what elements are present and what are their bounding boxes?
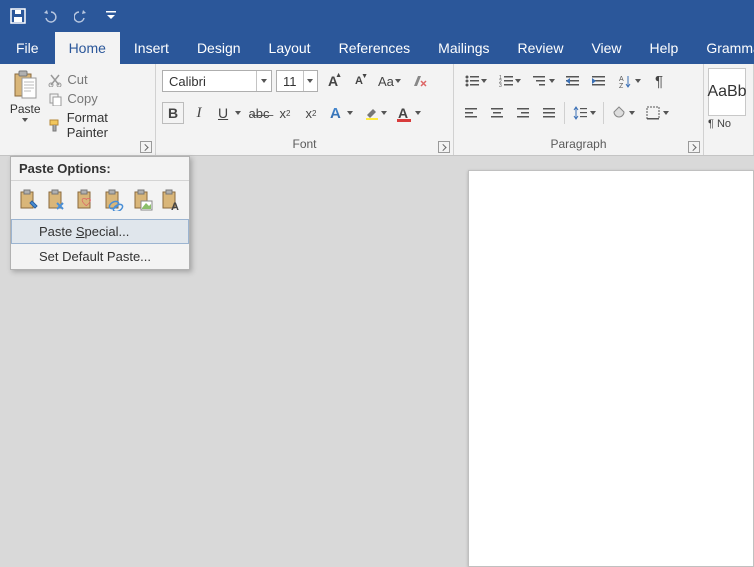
clear-formatting-button[interactable]	[408, 70, 430, 92]
paste-label: Paste	[10, 102, 41, 116]
paste-options-header: Paste Options:	[11, 157, 189, 181]
highlight-button[interactable]	[360, 102, 390, 124]
ribbon-tabs: File Home Insert Design Layout Reference…	[0, 32, 754, 64]
font-color-button[interactable]: A	[394, 102, 424, 124]
decrease-indent-button[interactable]	[562, 70, 584, 92]
tab-file[interactable]: File	[0, 32, 55, 64]
tab-review[interactable]: Review	[504, 32, 578, 64]
copy-label: Copy	[67, 91, 97, 106]
change-case-button[interactable]: Aa	[374, 70, 404, 92]
strikethrough-button[interactable]: a̶b̶c̶	[248, 102, 270, 124]
bullets-button[interactable]	[460, 70, 490, 92]
group-styles: AaBb ¶ No	[704, 64, 754, 155]
paste-special-prefix: Paste	[39, 224, 76, 239]
underline-button[interactable]: U	[214, 102, 244, 124]
paste-special-hotkey: S	[76, 224, 85, 239]
tab-insert[interactable]: Insert	[120, 32, 183, 64]
document-page[interactable]	[468, 170, 754, 567]
tab-help[interactable]: Help	[636, 32, 693, 64]
paste-image-icon[interactable]	[131, 188, 155, 212]
tab-home[interactable]: Home	[55, 32, 120, 64]
tab-mailings[interactable]: Mailings	[424, 32, 503, 64]
group-clipboard: Paste Cut Copy Format Painter	[0, 64, 156, 155]
format-painter-label: Format Painter	[67, 110, 149, 140]
tab-references[interactable]: References	[325, 32, 425, 64]
qat-customize-icon[interactable]	[106, 10, 116, 22]
ribbon: Paste Cut Copy Format Painter	[0, 64, 754, 156]
save-icon[interactable]	[10, 8, 26, 24]
cut-button[interactable]: Cut	[48, 72, 149, 87]
font-launcher[interactable]	[438, 141, 450, 153]
svg-text:Z: Z	[619, 83, 624, 88]
copy-button[interactable]: Copy	[48, 91, 149, 106]
tab-grammarly[interactable]: Grammarly	[692, 32, 754, 64]
italic-button[interactable]: I	[188, 102, 210, 124]
align-center-button[interactable]	[486, 102, 508, 124]
show-marks-button[interactable]: ¶	[648, 70, 670, 92]
sort-button[interactable]: AZ	[614, 70, 644, 92]
tab-design[interactable]: Design	[183, 32, 255, 64]
chevron-down-icon	[22, 118, 28, 122]
paste-picture-icon[interactable]	[74, 188, 98, 212]
numbering-button[interactable]: 123	[494, 70, 524, 92]
font-size-combo[interactable]: 11	[276, 70, 318, 92]
cut-label: Cut	[67, 72, 87, 87]
bold-button[interactable]: B	[162, 102, 184, 124]
increase-indent-button[interactable]	[588, 70, 610, 92]
font-size-value: 11	[277, 74, 303, 89]
align-left-button[interactable]	[460, 102, 482, 124]
group-font: Calibri 11 A▲ A▼ Aa B I U a̶b̶c̶ x	[156, 64, 454, 155]
chevron-down-icon	[303, 71, 318, 91]
paste-merge-formatting-icon[interactable]	[46, 188, 70, 212]
paste-button[interactable]: Paste	[6, 66, 44, 122]
style-preview: AaBb	[707, 83, 746, 101]
paste-special-menuitem[interactable]: Paste Special...	[11, 219, 189, 244]
superscript-button[interactable]: x2	[300, 102, 322, 124]
shrink-font-button[interactable]: A▼	[348, 70, 370, 92]
group-paragraph: 123 AZ ¶ Paragraph	[454, 64, 704, 155]
set-default-paste-menuitem[interactable]: Set Default Paste...	[11, 244, 189, 269]
style-name: ¶ No	[708, 118, 749, 130]
svg-text:A: A	[619, 76, 624, 83]
paragraph-group-label: Paragraph	[454, 137, 703, 155]
align-right-button[interactable]	[512, 102, 534, 124]
svg-text:3: 3	[499, 83, 502, 88]
chevron-down-icon	[256, 71, 271, 91]
font-name-combo[interactable]: Calibri	[162, 70, 272, 92]
paste-keep-source-icon[interactable]	[17, 188, 41, 212]
svg-text:A: A	[171, 201, 179, 211]
subscript-button[interactable]: x2	[274, 102, 296, 124]
borders-button[interactable]	[642, 102, 672, 124]
text-effects-button[interactable]: A	[326, 102, 356, 124]
paste-special-rest: pecial...	[85, 224, 130, 239]
shading-button[interactable]	[608, 102, 638, 124]
style-normal[interactable]: AaBb	[708, 68, 746, 116]
tab-view[interactable]: View	[577, 32, 635, 64]
justify-button[interactable]	[538, 102, 560, 124]
tab-layout[interactable]: Layout	[255, 32, 325, 64]
paste-text-only-icon[interactable]: A	[160, 188, 184, 212]
format-painter-button[interactable]: Format Painter	[48, 110, 149, 140]
font-name-value: Calibri	[163, 74, 256, 89]
line-spacing-button[interactable]	[569, 102, 599, 124]
redo-icon[interactable]	[74, 8, 92, 24]
document-area: Paste Options: A Paste Special... Set De…	[0, 156, 754, 567]
clipboard-launcher[interactable]	[140, 141, 152, 153]
font-group-label: Font	[156, 137, 453, 155]
paste-options-menu: Paste Options: A Paste Special... Set De…	[10, 156, 190, 270]
undo-icon[interactable]	[40, 8, 60, 24]
grow-font-button[interactable]: A▲	[322, 70, 344, 92]
paragraph-launcher[interactable]	[688, 141, 700, 153]
multilevel-list-button[interactable]	[528, 70, 558, 92]
paste-link-icon[interactable]	[103, 188, 127, 212]
